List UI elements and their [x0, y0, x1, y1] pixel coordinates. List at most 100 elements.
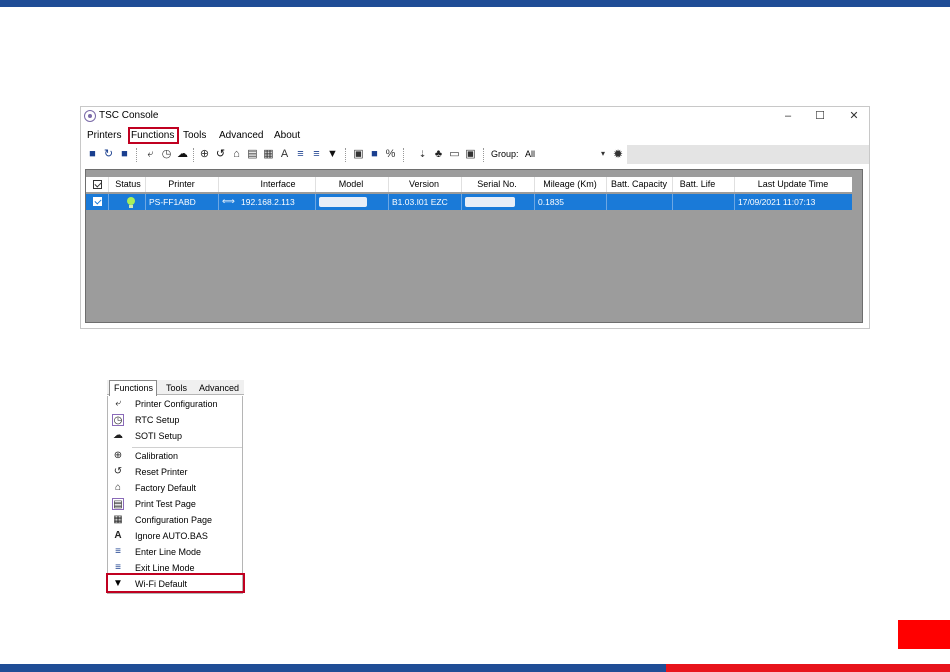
home-icon: ⌂ — [114, 482, 122, 493]
menu-item-configuration-page[interactable]: ▦ Configuration Page — [108, 512, 242, 528]
status-bulb-icon — [127, 197, 135, 208]
menu-item-label: SOTI Setup — [135, 431, 183, 441]
soti-cloud-icon[interactable]: ☁ — [177, 149, 188, 160]
slide-bottom-bar-blue — [0, 664, 666, 672]
grid-header: Status Printer Interface Model Version S… — [86, 177, 852, 192]
ethernet-icon: ⟺ — [222, 196, 235, 206]
menu-item-calibration[interactable]: ⊕ Calibration — [108, 448, 242, 464]
tab-functions[interactable]: Functions — [114, 383, 153, 393]
refresh-icon[interactable]: ↻ — [103, 149, 114, 160]
cell-divider — [108, 194, 109, 210]
cell-last-update: 17/09/2021 11:07:13 — [738, 197, 816, 207]
remove-printer-icon[interactable]: ■ — [119, 149, 130, 160]
column-batt-capacity[interactable]: Batt. Capacity — [606, 179, 672, 189]
group-select[interactable]: All — [525, 149, 535, 159]
menu-item-printer-configuration[interactable]: ⤶ Printer Configuration — [108, 396, 242, 412]
menu-item-factory-default[interactable]: ⌂ Factory Default — [108, 480, 242, 496]
app-logo-icon — [84, 110, 96, 122]
enter-line-mode-icon[interactable]: ≡ — [295, 149, 306, 160]
toolbar-separator — [193, 148, 194, 162]
rtc-clock-icon[interactable]: ◷ — [161, 149, 172, 160]
settings-box-icon[interactable]: ▣ — [465, 149, 476, 160]
menu-tools[interactable]: Tools — [183, 130, 206, 141]
title-bar: TSC Console – ☐ ✕ — [81, 107, 869, 127]
configuration-page-icon[interactable]: ▦ — [263, 149, 274, 160]
menu-item-reset-printer[interactable]: ↺ Reset Printer — [108, 464, 242, 480]
config-page-icon: ▦ — [113, 514, 123, 525]
select-all-checkbox[interactable] — [93, 180, 102, 189]
tab-tools[interactable]: Tools — [166, 383, 187, 393]
clock-icon: ◷ — [112, 414, 124, 426]
menu-about[interactable]: About — [274, 130, 300, 141]
toolbar-separator — [403, 148, 404, 162]
screen-icon[interactable]: ▭ — [449, 149, 460, 160]
menu-item-label: Printer Configuration — [135, 399, 218, 409]
printer-config-icon[interactable]: ⤶ — [145, 149, 156, 160]
menu-item-label: Enter Line Mode — [135, 547, 202, 557]
column-serial[interactable]: Serial No. — [461, 179, 533, 189]
cell-divider — [315, 194, 316, 210]
menu-tab-strip: Functions Tools Advanced — [107, 380, 244, 396]
column-model[interactable]: Model — [315, 179, 387, 189]
close-button[interactable]: ✕ — [844, 108, 864, 124]
cell-divider — [218, 194, 219, 210]
toolbar-separator — [136, 148, 137, 162]
font-icon[interactable]: % — [385, 149, 396, 160]
reset-printer-icon[interactable]: ↺ — [215, 149, 226, 160]
menu-item-soti-setup[interactable]: ☁ SOTI Setup — [108, 428, 242, 444]
calibration-icon[interactable]: ⊕ — [199, 149, 210, 160]
tsc-console-window: TSC Console – ☐ ✕ Printers Functions Too… — [80, 106, 870, 329]
slide-bottom-bar-red — [666, 664, 950, 672]
functions-highlight-box — [128, 127, 179, 144]
cell-divider — [606, 194, 607, 210]
menu-item-rtc-setup[interactable]: ◷ RTC Setup — [108, 412, 242, 428]
menu-printers[interactable]: Printers — [87, 130, 121, 141]
exit-line-mode-icon[interactable]: ≡ — [311, 149, 322, 160]
row-checkbox[interactable] — [93, 197, 102, 206]
cell-divider — [534, 194, 535, 210]
menu-item-print-test-page[interactable]: ▤ Print Test Page — [108, 496, 242, 512]
menu-item-label: Ignore AUTO.BAS — [135, 531, 208, 541]
menu-item-label: Print Test Page — [135, 499, 196, 509]
crosshair-icon: ⊕ — [113, 450, 123, 461]
toolbar-separator — [483, 148, 484, 162]
cell-version: B1.03.I01 EZC — [392, 197, 448, 207]
ignore-autobas-icon[interactable]: A — [279, 149, 290, 160]
slide-corner-tab — [898, 620, 950, 649]
factory-default-icon[interactable]: ⌂ — [231, 149, 242, 160]
menu-advanced[interactable]: Advanced — [219, 130, 263, 141]
printer-grid: Status Printer Interface Model Version S… — [85, 169, 863, 323]
cell-divider — [461, 194, 462, 210]
column-status[interactable]: Status — [112, 179, 144, 189]
slide-top-bar — [0, 0, 950, 7]
add-printer-icon[interactable]: ■ — [87, 149, 98, 160]
minimize-button[interactable]: – — [778, 108, 798, 124]
gear-icon[interactable]: ✹ — [613, 147, 623, 161]
column-printer[interactable]: Printer — [146, 179, 217, 189]
serial-redacted — [465, 197, 515, 207]
menu-item-enter-line-mode[interactable]: ≡ Enter Line Mode — [108, 544, 242, 560]
wifi-default-icon[interactable]: ▼ — [327, 149, 338, 160]
enter-line-icon: ≡ — [115, 546, 121, 557]
column-last-update[interactable]: Last Update Time — [734, 179, 852, 189]
wifi-default-highlight-box — [106, 573, 245, 593]
cell-printer: PS-FF1ABD — [149, 197, 196, 207]
column-batt-life[interactable]: Batt. Life — [672, 179, 723, 189]
printer-send-icon[interactable]: ■ — [369, 149, 380, 160]
column-mileage[interactable]: Mileage (Km) — [534, 179, 606, 189]
column-version[interactable]: Version — [388, 179, 460, 189]
reset-icon: ↺ — [113, 466, 123, 477]
menu-item-label: Configuration Page — [135, 515, 213, 525]
cell-divider — [734, 194, 735, 210]
group-label: Group: — [491, 149, 519, 159]
print-test-page-icon[interactable]: ▤ — [247, 149, 258, 160]
terminal-icon[interactable]: ▣ — [353, 149, 364, 160]
chevron-down-icon[interactable]: ▾ — [601, 149, 605, 158]
menu-item-label: Reset Printer — [135, 467, 188, 477]
table-row[interactable]: PS-FF1ABD ⟺ 192.168.2.113 B1.03.I01 EZC … — [86, 194, 852, 210]
tab-advanced[interactable]: Advanced — [199, 383, 239, 393]
maximize-button[interactable]: ☐ — [810, 108, 830, 124]
menu-item-ignore-autobas[interactable]: A Ignore AUTO.BAS — [108, 528, 242, 544]
download-icon[interactable]: ⇣ — [417, 149, 428, 160]
alert-bell-icon[interactable]: ♣ — [433, 149, 444, 160]
